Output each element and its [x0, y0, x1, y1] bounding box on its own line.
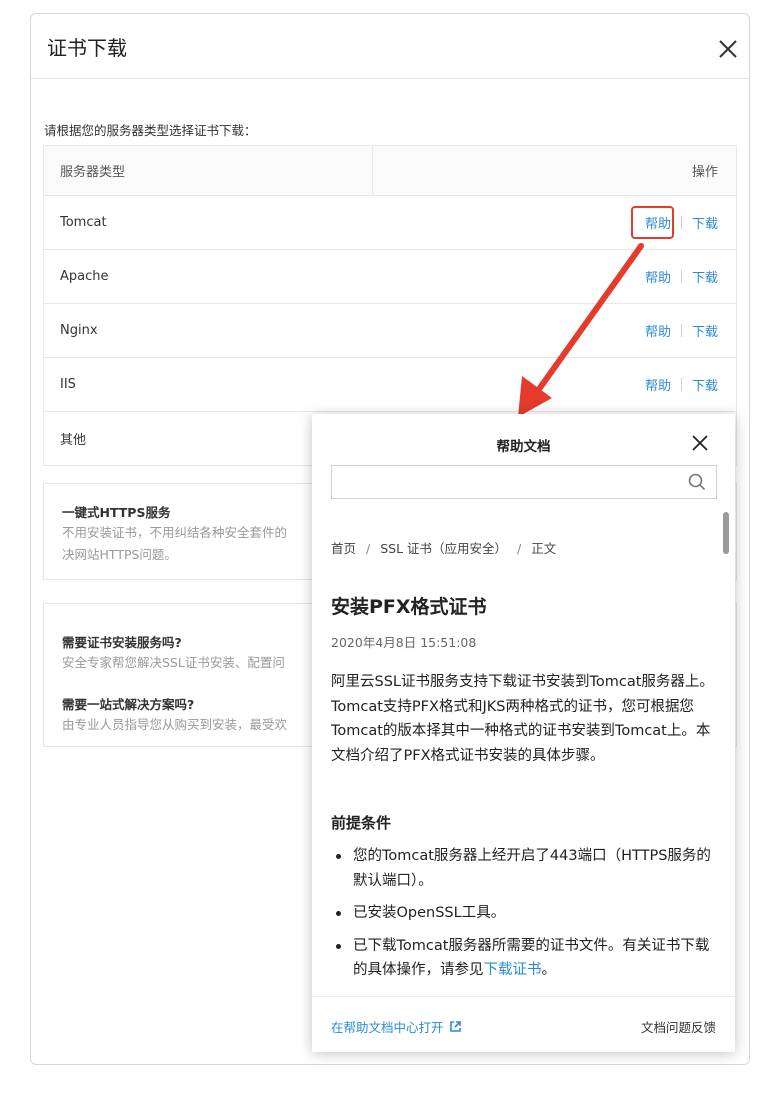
breadcrumb: 首页 / SSL 证书（应用安全） / 正文: [331, 538, 556, 557]
close-icon[interactable]: [717, 38, 739, 60]
list-item-end: 。: [541, 962, 557, 978]
breadcrumb-home[interactable]: 首页: [331, 541, 356, 556]
card-desc-line: 安全专家帮您解决SSL证书安装、配置问: [62, 655, 285, 670]
row-actions: 帮助 下载: [645, 304, 718, 357]
card-desc-line: 由专业人员指导您从购买到安装，最受欢: [62, 717, 288, 732]
link-separator: [680, 216, 682, 229]
help-doc-content: 首页 / SSL 证书（应用安全） / 正文 安装PFX格式证书 2020年4月8日 1…: [312, 512, 735, 996]
external-link-icon: [449, 1021, 461, 1032]
breadcrumb-ssl[interactable]: SSL 证书（应用安全）: [380, 541, 507, 556]
open-in-help-center-link[interactable]: 在帮助文档中心打开: [331, 1017, 462, 1036]
doc-intro: 阿里云SSL证书服务支持下载证书安装到Tomcat服务器上。Tomcat支持PF…: [331, 674, 714, 764]
card-title: 需要一站式解决方案吗?: [62, 697, 195, 712]
doc-date: 2020年4月8日 15:51:08: [331, 635, 477, 650]
list-item: 已下载Tomcat服务器所需要的证书文件。有关证书下载的具体操作，请参见下载证书…: [331, 934, 723, 983]
breadcrumb-current: 正文: [531, 541, 557, 556]
breadcrumb-separator: /: [366, 541, 371, 556]
close-icon[interactable]: [691, 434, 709, 452]
help-search-box[interactable]: [331, 465, 717, 499]
download-cert-link[interactable]: 下载证书: [484, 962, 542, 978]
download-link[interactable]: 下载: [692, 321, 718, 340]
download-link[interactable]: 下载: [692, 267, 718, 286]
row-actions: 帮助 下载: [645, 250, 718, 303]
download-link[interactable]: 下载: [692, 213, 718, 232]
table-row: Apache 帮助 下载: [44, 250, 736, 304]
table-row: IIS 帮助 下载: [44, 358, 736, 412]
help-doc-panel: 帮助文档 首页 / SSL 证书（应用安全） / 正文 安装PFX格式证书 2020年4…: [312, 414, 735, 1052]
server-name: Nginx: [60, 323, 98, 338]
scrollbar[interactable]: [723, 512, 729, 554]
open-link-label: 在帮助文档中心打开: [331, 1020, 444, 1035]
link-separator: [680, 324, 682, 337]
server-name: Apache: [60, 269, 109, 284]
dialog-title: 证书下载: [47, 36, 127, 60]
card-desc-line: 决网站HTTPS问题。: [62, 547, 177, 562]
list-item: 您的Tomcat服务器上经开启了443端口（HTTPS服务的默认端口）。: [331, 844, 723, 893]
header-server-type: 服务器类型: [60, 165, 126, 180]
dialog-header: 证书下载: [31, 14, 749, 79]
prereq-heading: 前提条件: [331, 814, 392, 832]
link-separator: [680, 378, 682, 391]
breadcrumb-separator: /: [517, 541, 522, 556]
link-separator: [680, 270, 682, 283]
help-search-input[interactable]: [340, 466, 684, 498]
doc-feedback-link[interactable]: 文档问题反馈: [641, 1017, 716, 1036]
prereq-list: 您的Tomcat服务器上经开启了443端口（HTTPS服务的默认端口）。 已安装…: [331, 844, 723, 991]
help-link[interactable]: 帮助: [645, 321, 671, 340]
card-title: 需要证书安装服务吗?: [62, 635, 182, 650]
help-panel-title: 帮助文档: [496, 439, 551, 455]
row-actions: 帮助 下载: [645, 358, 718, 411]
highlight-box: [631, 206, 674, 239]
table-header: 服务器类型 操作: [44, 146, 736, 196]
instruction-text: 请根据您的服务器类型选择证书下载：: [44, 123, 257, 138]
table-row: Nginx 帮助 下载: [44, 304, 736, 358]
header-action: 操作: [691, 165, 718, 180]
server-name: 其他: [60, 433, 87, 448]
server-name: IIS: [60, 377, 76, 392]
doc-title: 安装PFX格式证书: [331, 596, 487, 618]
download-link[interactable]: 下载: [692, 375, 718, 394]
help-link[interactable]: 帮助: [645, 267, 671, 286]
column-divider: [372, 146, 373, 195]
search-icon[interactable]: [688, 473, 706, 491]
help-link[interactable]: 帮助: [645, 375, 671, 394]
card-title: 一键式HTTPS服务: [62, 505, 171, 520]
server-name: Tomcat: [60, 215, 107, 230]
card-desc-line: 不用安装证书，不用纠结各种安全套件的: [62, 525, 288, 540]
list-item: 已安装OpenSSL工具。: [331, 901, 723, 926]
help-panel-footer: 在帮助文档中心打开 文档问题反馈: [312, 996, 735, 1052]
